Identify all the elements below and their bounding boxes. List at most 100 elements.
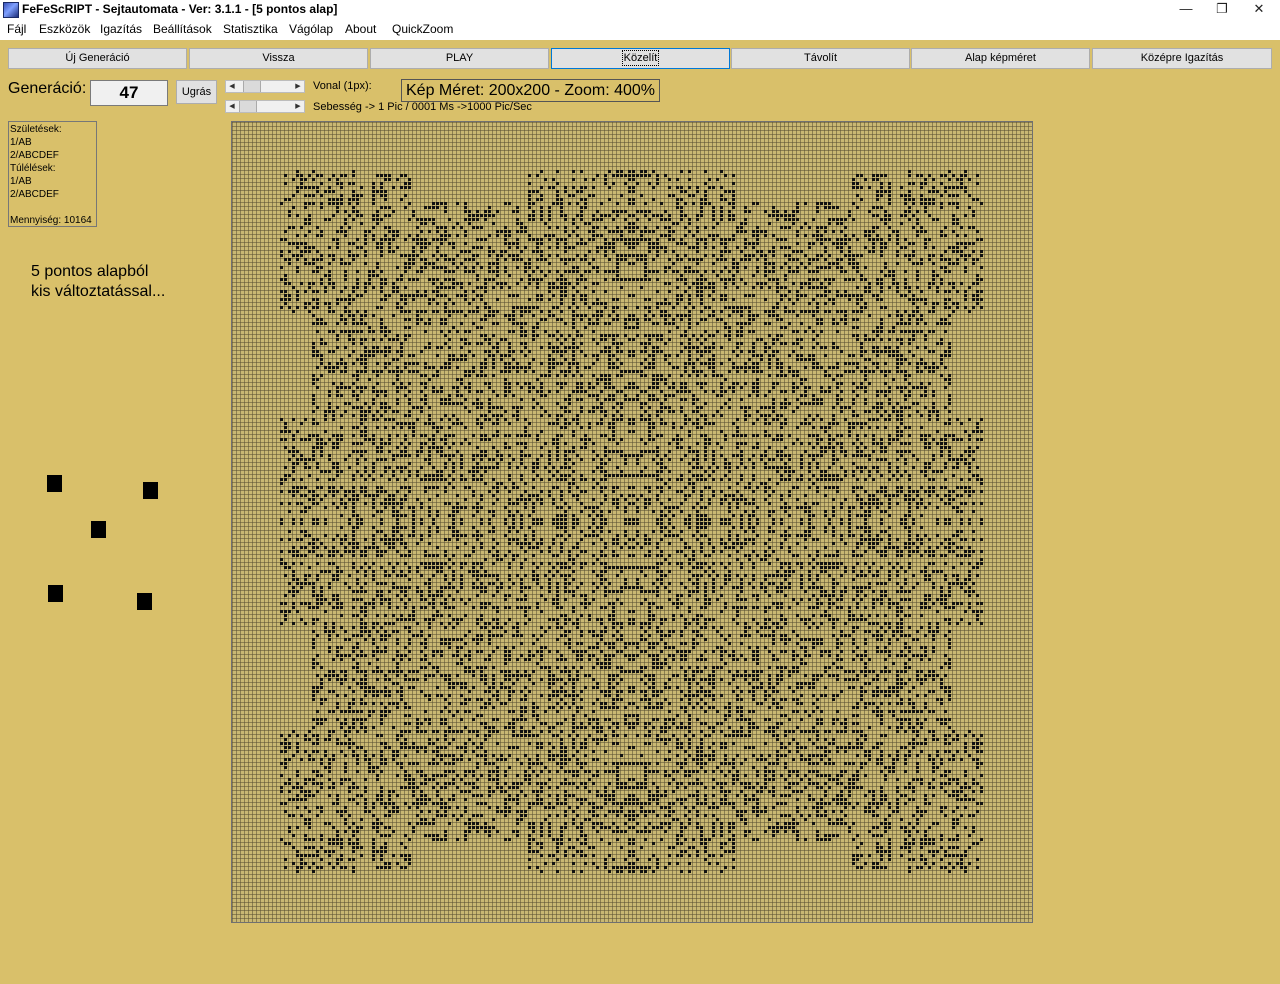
scroll-left-icon[interactable]: ◀ (226, 101, 238, 112)
zoom-in-button[interactable]: Közelít (551, 48, 730, 69)
live-cell (740, 810, 743, 813)
default-size-button[interactable]: Alap képméret (911, 48, 1090, 69)
live-cell (676, 222, 679, 225)
live-cell (764, 778, 767, 781)
live-cell (676, 738, 679, 741)
live-cell (540, 730, 543, 733)
menu-about[interactable]: About (345, 22, 376, 36)
live-cell (712, 794, 715, 797)
live-cell (632, 850, 635, 853)
live-cell (352, 194, 355, 197)
live-cell (728, 238, 731, 241)
live-cell (580, 830, 583, 833)
live-cell (628, 226, 631, 229)
live-cell (840, 230, 843, 233)
live-cell (896, 322, 899, 325)
menu-statistics[interactable]: Statisztika (223, 22, 278, 36)
live-cell (748, 722, 751, 725)
live-cell (616, 774, 619, 777)
menu-quickzoom[interactable]: QuickZoom (392, 22, 453, 36)
generation-counter[interactable]: 47 (90, 80, 168, 106)
jump-button[interactable]: Ugrás (176, 80, 217, 104)
live-cell (828, 218, 831, 221)
live-cell (868, 314, 871, 317)
live-cell (664, 758, 667, 761)
line-width-slider[interactable]: ◀ ▶ (225, 80, 305, 93)
live-cell (580, 334, 583, 337)
live-cell (344, 762, 347, 765)
live-cell (496, 266, 499, 269)
new-generation-button[interactable]: Új Generáció (8, 48, 187, 69)
live-cell (376, 778, 379, 781)
live-cell (596, 302, 599, 305)
live-cell (376, 266, 379, 269)
live-cell (452, 758, 455, 761)
live-cell (524, 334, 527, 337)
live-cell (372, 726, 375, 729)
zoom-out-button[interactable]: Távolít (731, 48, 910, 69)
maximize-button[interactable]: ❐ (1204, 0, 1240, 20)
live-cell (816, 746, 819, 749)
live-cell (792, 218, 795, 221)
live-cell (420, 258, 423, 261)
live-cell (440, 330, 443, 333)
live-cell (592, 290, 595, 293)
live-cell (732, 842, 735, 845)
live-cell (856, 174, 859, 177)
scroll-right-icon[interactable]: ▶ (292, 101, 304, 112)
live-cell (596, 210, 599, 213)
live-cell (704, 270, 707, 273)
live-cell (796, 830, 799, 833)
slider-thumb[interactable] (239, 101, 257, 112)
center-align-button[interactable]: Középre Igazítás (1092, 48, 1272, 69)
menu-settings[interactable]: Beállítások (153, 22, 212, 36)
live-cell (928, 198, 931, 201)
live-cell (452, 770, 455, 773)
live-cell (932, 850, 935, 853)
live-cell (656, 862, 659, 865)
menu-align[interactable]: Igazítás (100, 22, 142, 36)
live-cell (852, 182, 855, 185)
live-cell (796, 810, 799, 813)
live-cell (676, 298, 679, 301)
menu-tools[interactable]: Eszközök (39, 22, 90, 36)
menu-file[interactable]: Fájl (7, 22, 26, 36)
live-cell (832, 218, 835, 221)
live-cell (488, 790, 491, 793)
menu-clipboard[interactable]: Vágólap (289, 22, 333, 36)
play-button[interactable]: PLAY (370, 48, 549, 69)
live-cell (908, 218, 911, 221)
live-cell (436, 790, 439, 793)
live-cell (640, 754, 643, 757)
live-cell (868, 186, 871, 189)
live-cell (976, 802, 979, 805)
live-cell (936, 718, 939, 721)
back-button[interactable]: Vissza (189, 48, 368, 69)
live-cell (848, 830, 851, 833)
scroll-right-icon[interactable]: ▶ (292, 81, 304, 92)
slider-thumb[interactable] (243, 81, 261, 92)
live-cell (860, 746, 863, 749)
live-cell (424, 746, 427, 749)
live-cell (532, 762, 535, 765)
live-cell (316, 790, 319, 793)
live-cell (364, 802, 367, 805)
live-cell (708, 854, 711, 857)
live-cell (688, 754, 691, 757)
live-cell (680, 318, 683, 321)
live-cell (560, 258, 563, 261)
zoom-out-label: Távolít (803, 52, 837, 64)
back-label: Vissza (262, 52, 295, 64)
speed-slider[interactable]: ◀ ▶ (225, 100, 305, 113)
minimize-button[interactable]: — (1168, 0, 1204, 20)
live-cell (320, 786, 323, 789)
cell-pattern (280, 170, 983, 873)
scroll-left-icon[interactable]: ◀ (226, 81, 238, 92)
live-cell (712, 206, 715, 209)
close-button[interactable]: ✕ (1241, 0, 1277, 20)
live-cell (308, 222, 311, 225)
live-cell (688, 722, 691, 725)
automaton-grid[interactable] (231, 121, 1033, 923)
live-cell (980, 802, 983, 805)
live-cell (704, 846, 707, 849)
